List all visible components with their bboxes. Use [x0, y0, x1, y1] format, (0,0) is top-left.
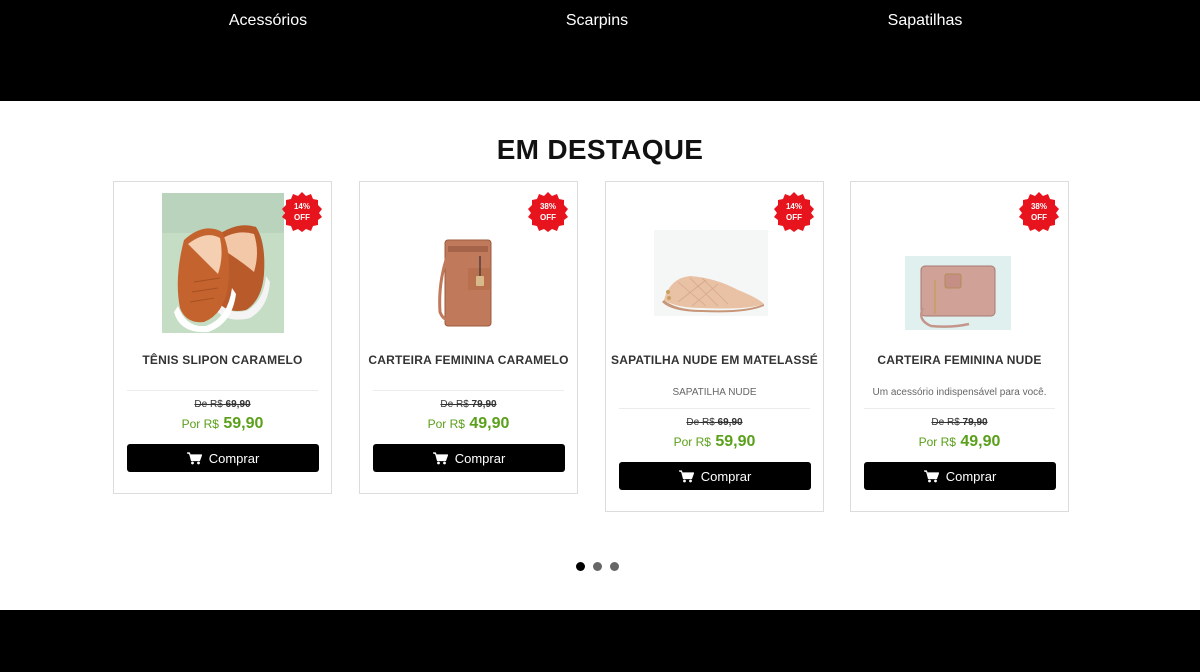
divider — [619, 408, 810, 409]
product-image[interactable]: 14% OFF — [606, 182, 823, 342]
discount-label: 38% OFF — [539, 202, 556, 222]
carousel-dot[interactable] — [576, 562, 585, 571]
product-card[interactable]: 14% OFF TÊNIS SLIPON CARAMELO De R$ 69,9… — [113, 181, 332, 494]
divider — [127, 390, 318, 391]
footer — [0, 610, 1200, 672]
divider — [864, 408, 1055, 409]
buy-button[interactable]: Comprar — [864, 462, 1056, 490]
discount-badge: 14% OFF — [282, 192, 322, 232]
product-card[interactable]: 14% OFF SAPATILHA NUDE EM MATELASSÉ SAPA… — [605, 181, 824, 512]
section-title: EM DESTAQUE — [496, 134, 704, 165]
discount-badge: 14% OFF — [774, 192, 814, 232]
old-price: De R$ 69,90 — [686, 417, 743, 428]
carousel-dot[interactable] — [593, 562, 602, 571]
discount-label: 38% OFF — [1030, 202, 1047, 222]
buy-button[interactable]: Comprar — [619, 462, 811, 490]
shopping-cart-icon — [923, 469, 939, 482]
product-image[interactable]: 14% OFF — [114, 182, 331, 342]
product-description: Um acessório indispensável para você. — [872, 387, 1047, 398]
old-price: De R$ 69,90 — [194, 399, 251, 410]
buy-button[interactable]: Comprar — [127, 444, 319, 472]
product-card[interactable]: 38% OFF CARTEIRA FEMININA NUDE Um acessó… — [850, 181, 1069, 512]
buy-button[interactable]: Comprar — [373, 444, 565, 472]
shopping-cart-icon — [678, 469, 694, 482]
sale-price: Por R$ 59,90 — [673, 433, 756, 450]
shopping-cart-icon — [186, 451, 202, 464]
divider — [373, 390, 564, 391]
nav-link-scarpins[interactable]: Scarpins — [566, 11, 628, 31]
discount-label: 14% OFF — [785, 202, 802, 222]
product-name[interactable]: CARTEIRA FEMININA CARAMELO — [360, 353, 577, 368]
product-description: SAPATILHA NUDE — [672, 387, 757, 398]
buy-button-label: Comprar — [700, 468, 752, 484]
discount-badge: 38% OFF — [528, 192, 568, 232]
sale-price: Por R$ 49,90 — [427, 415, 510, 432]
product-card[interactable]: 38% OFF CARTEIRA FEMININA CARAMELO De R$… — [359, 181, 578, 494]
discount-label: 14% OFF — [293, 202, 310, 222]
shopping-cart-icon — [432, 451, 448, 464]
old-price: De R$ 79,90 — [440, 399, 497, 410]
sale-price: Por R$ 59,90 — [181, 415, 264, 432]
product-name[interactable]: SAPATILHA NUDE EM MATELASSÉ — [606, 353, 823, 368]
sale-price: Por R$ 49,90 — [918, 433, 1001, 450]
old-price: De R$ 79,90 — [931, 417, 988, 428]
product-name[interactable]: CARTEIRA FEMININA NUDE — [851, 353, 1068, 368]
buy-button-label: Comprar — [208, 450, 260, 466]
carousel-dot[interactable] — [610, 562, 619, 571]
product-image[interactable]: 38% OFF — [851, 182, 1068, 342]
discount-badge: 38% OFF — [1019, 192, 1059, 232]
carousel-pagination — [576, 562, 622, 572]
buy-button-label: Comprar — [454, 450, 506, 466]
product-name[interactable]: TÊNIS SLIPON CARAMELO — [114, 353, 331, 368]
buy-button-label: Comprar — [945, 468, 997, 484]
nav-link-sapatilhas[interactable]: Sapatilhas — [888, 11, 963, 31]
top-navigation: Acessórios Scarpins Sapatilhas — [0, 0, 1200, 101]
nav-link-acessorios[interactable]: Acessórios — [229, 11, 307, 31]
product-image[interactable]: 38% OFF — [360, 182, 577, 342]
